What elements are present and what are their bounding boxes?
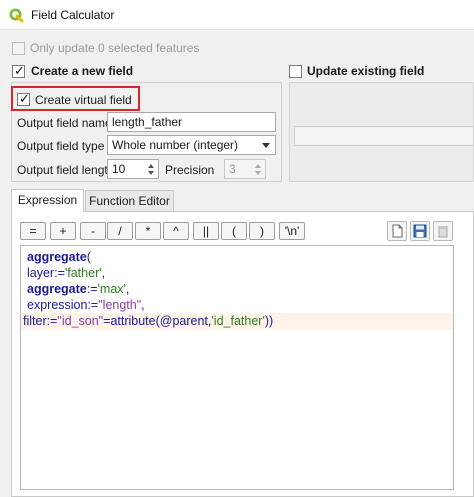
token-separator: ,: [101, 266, 106, 280]
create-virtual-field-label: Create virtual field: [35, 93, 132, 107]
token-operator: :=: [87, 298, 99, 312]
save-button[interactable]: [410, 221, 430, 241]
operator-power-button[interactable]: ^: [163, 222, 189, 240]
token-field: "length": [98, 298, 142, 312]
token-operator: :=: [54, 266, 65, 280]
create-new-field-checkbox[interactable]: ✓: [12, 63, 25, 78]
operator-concat-button[interactable]: ||: [193, 222, 219, 240]
operator-plus-button[interactable]: +: [50, 222, 76, 240]
new-file-icon: [392, 224, 403, 238]
existing-field-select[interactable]: [294, 126, 474, 146]
qgis-logo-icon: [9, 8, 24, 23]
spin-up-icon[interactable]: [255, 164, 261, 168]
token-variable: @parent: [159, 314, 208, 328]
token-param: expression: [27, 298, 88, 312]
token-string: 'father': [64, 266, 102, 280]
token-param: aggregate: [27, 282, 87, 296]
token-field: "id_son": [57, 314, 104, 328]
token-paren: )): [264, 314, 274, 328]
spin-up-icon[interactable]: [148, 164, 154, 168]
output-field-length-value: 10: [112, 162, 126, 176]
operator-equals-button[interactable]: =: [20, 222, 46, 240]
new-file-button[interactable]: [387, 221, 407, 241]
tab-function-editor[interactable]: Function Editor: [85, 190, 174, 212]
spin-down-icon[interactable]: [255, 171, 261, 175]
expression-line-1: aggregate(: [27, 250, 91, 264]
save-icon: [413, 224, 427, 238]
token-separator: ,: [141, 298, 145, 312]
operator-divide-button[interactable]: /: [107, 222, 133, 240]
trash-icon: [438, 226, 448, 238]
checkmark-icon: ✓: [14, 63, 25, 78]
expression-line-4: expression:="length",: [27, 298, 145, 312]
output-field-length-spinbox[interactable]: 10: [107, 159, 159, 179]
precision-spinbox[interactable]: 3: [224, 159, 266, 179]
create-virtual-field-checkbox[interactable]: ✓: [17, 91, 30, 106]
token-operator: :=: [46, 314, 58, 328]
delete-button[interactable]: [433, 221, 453, 241]
update-existing-field-label: Update existing field: [307, 64, 425, 78]
token-param: layer: [27, 266, 55, 280]
title-bar: Field Calculator: [0, 0, 474, 30]
chevron-down-icon: [262, 143, 270, 148]
output-field-length-label: Output field length: [17, 163, 115, 177]
spin-down-icon[interactable]: [148, 171, 154, 175]
output-field-type-value: Whole number (integer): [112, 138, 239, 152]
create-new-field-label: Create a new field: [31, 64, 134, 78]
operator-multiply-button[interactable]: *: [135, 222, 161, 240]
token-function: attribute: [110, 314, 156, 328]
token-string: 'id_father': [211, 314, 265, 328]
output-field-name-label: Output field name: [17, 116, 112, 130]
token-operator: :=: [86, 282, 98, 296]
token-separator: ,: [125, 282, 130, 296]
window-title: Field Calculator: [31, 8, 115, 22]
update-existing-field-checkbox[interactable]: [289, 65, 302, 78]
token-paren: (: [86, 250, 91, 264]
output-field-type-label: Output field type: [17, 139, 105, 153]
operator-open-paren-button[interactable]: (: [221, 222, 247, 240]
token-function: aggregate: [27, 250, 87, 264]
expression-line-3: aggregate:='max',: [27, 282, 129, 296]
only-update-selected-label: Only update 0 selected features: [30, 41, 200, 55]
expression-line-5: filter:="id_son"=attribute(@parent,'id_f…: [23, 314, 273, 328]
precision-value: 3: [229, 162, 236, 176]
checkmark-icon: ✓: [19, 91, 30, 106]
output-field-name-input[interactable]: length_father: [107, 112, 276, 132]
output-field-type-select[interactable]: Whole number (integer): [107, 135, 276, 155]
token-string: 'max': [97, 282, 126, 296]
operator-close-paren-button[interactable]: ): [249, 222, 275, 240]
precision-label: Precision: [165, 163, 215, 177]
expression-editor[interactable]: aggregate( layer:='father', aggregate:='…: [20, 245, 454, 490]
expression-line-2: layer:='father',: [27, 266, 105, 280]
only-update-selected-checkbox[interactable]: [12, 42, 25, 55]
operator-newline-button[interactable]: '\n': [279, 222, 305, 240]
token-param: filter: [23, 314, 47, 328]
operator-minus-button[interactable]: -: [80, 222, 106, 240]
tab-expression[interactable]: Expression: [11, 189, 84, 212]
